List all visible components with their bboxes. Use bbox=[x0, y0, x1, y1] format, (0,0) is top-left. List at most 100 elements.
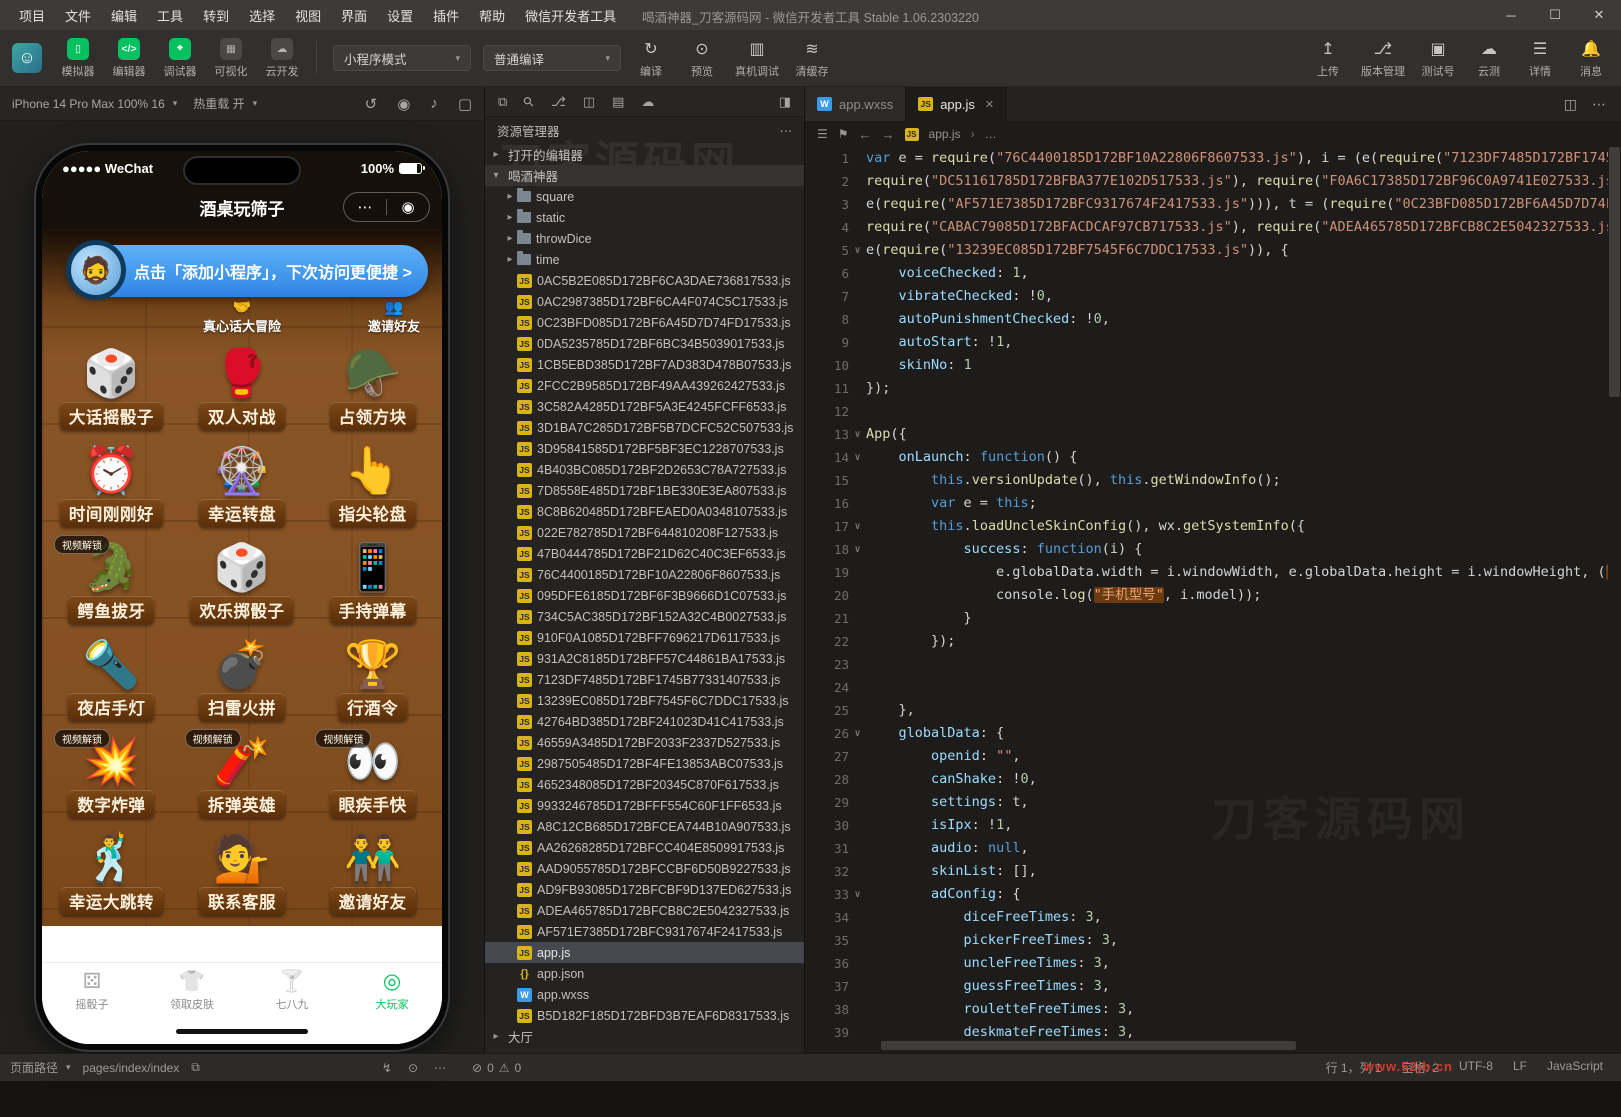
tree-section[interactable]: ▾喝酒神器 bbox=[485, 165, 804, 186]
toolbar-simulator-button[interactable]: ▯模拟器 bbox=[60, 38, 96, 79]
tree-item[interactable]: ▸square bbox=[485, 186, 804, 207]
close-icon[interactable]: ✕ bbox=[985, 98, 994, 111]
toolbar-debugger-button[interactable]: ⌖调试器 bbox=[162, 38, 198, 79]
device-selector[interactable]: iPhone 14 Pro Max 100% 16 ▾ bbox=[12, 97, 177, 111]
fold-icon[interactable]: ∨ bbox=[849, 515, 866, 538]
tree-item[interactable]: JS4B403BC085D172BF2D2653C78A727533.js bbox=[485, 459, 804, 480]
rotate-icon[interactable]: ↺ bbox=[365, 95, 378, 113]
game-item[interactable]: 🎡幸运转盘 bbox=[177, 436, 308, 533]
maximize-icon[interactable]: ☐ bbox=[1533, 0, 1577, 30]
vertical-scrollbar[interactable] bbox=[1608, 147, 1621, 1053]
menu-文件[interactable]: 文件 bbox=[56, 3, 100, 28]
scrollbar-thumb[interactable] bbox=[1609, 147, 1620, 397]
game-item[interactable]: 💁联系客服 bbox=[177, 824, 308, 921]
page-path-value[interactable]: pages/index/index bbox=[83, 1061, 180, 1075]
game-item[interactable]: 视频解锁👀眼疾手快 bbox=[307, 727, 438, 824]
tree-item[interactable]: JS9933246785D172BFFF554C60F1FF6533.js bbox=[485, 795, 804, 816]
menu-转到[interactable]: 转到 bbox=[194, 3, 238, 28]
page-path-selector[interactable]: 页面路径 ▾ bbox=[10, 1059, 71, 1076]
fold-icon[interactable]: ∨ bbox=[849, 423, 866, 446]
tree-item[interactable]: JSADEA465785D172BFCB8C2E5042327533.js bbox=[485, 900, 804, 921]
toolbar-details-button[interactable]: ☰详情 bbox=[1522, 38, 1558, 79]
game-item[interactable]: 🏆行酒令 bbox=[307, 630, 438, 727]
more-icon[interactable]: ⋯ bbox=[1592, 96, 1606, 113]
exit-icon[interactable]: ◉ bbox=[387, 198, 429, 216]
toolbar-clear-cache-button[interactable]: ≋清缓存 bbox=[794, 38, 830, 79]
tree-item[interactable]: JSAA26268285D172BFCC404E8509917533.js bbox=[485, 837, 804, 858]
menu-工具[interactable]: 工具 bbox=[148, 3, 192, 28]
copy-icon[interactable]: ⧉ bbox=[191, 1060, 200, 1075]
more-icon[interactable]: ⋯ bbox=[434, 1061, 446, 1075]
tree-item[interactable]: JSAD9FB93085D172BFCBF9D137ED627533.js bbox=[485, 879, 804, 900]
fold-icon[interactable]: ∨ bbox=[849, 538, 866, 561]
game-item[interactable]: 👬邀请好友 bbox=[307, 824, 438, 921]
game-item[interactable]: 📱手持弹幕 bbox=[307, 533, 438, 630]
toolbar-cloud-dev-button[interactable]: ☁云开发 bbox=[264, 38, 300, 79]
tree-item[interactable]: JS76C4400185D172BF10A22806F8607533.js bbox=[485, 564, 804, 585]
forward-icon[interactable]: → bbox=[882, 127, 895, 142]
encoding[interactable]: UTF-8 bbox=[1459, 1059, 1493, 1076]
record-icon[interactable]: ◉ bbox=[397, 95, 410, 113]
editor-tab-app.js[interactable]: JSapp.js✕ bbox=[906, 87, 1007, 121]
horizontal-scrollbar[interactable] bbox=[866, 1041, 1608, 1052]
mode-dropdown[interactable]: 小程序模式 ▾ bbox=[333, 45, 471, 71]
tree-item[interactable]: JS0DA5235785D172BF6BC34B5039017533.js bbox=[485, 333, 804, 354]
tree-item[interactable]: JSAAD9055785D172BFCCBF6D50B9227533.js bbox=[485, 858, 804, 879]
tree-item[interactable]: JS910F0A1085D172BFF7696217D6117533.js bbox=[485, 627, 804, 648]
breadcrumb-more[interactable]: … bbox=[985, 127, 997, 141]
fold-icon[interactable]: ∨ bbox=[849, 722, 866, 745]
cloud-icon[interactable]: ☁ bbox=[641, 94, 654, 110]
git-branch-icon[interactable]: ⎇ bbox=[551, 94, 566, 110]
game-item[interactable]: 🥊双人对战 bbox=[177, 339, 308, 436]
toggle-panel-icon[interactable]: ◨ bbox=[779, 94, 791, 110]
add-miniprogram-banner[interactable]: 🧔 点击「添加小程序」，下次访问更便捷 > bbox=[68, 245, 428, 297]
menu-项目[interactable]: 项目 bbox=[10, 3, 54, 28]
tree-section[interactable]: ▸大厅 bbox=[485, 1026, 804, 1047]
menu-微信开发者工具[interactable]: 微信开发者工具 bbox=[516, 3, 625, 28]
game-item[interactable]: 视频解锁🐊鳄鱼拔牙 bbox=[46, 533, 177, 630]
outline-icon[interactable]: ☰ bbox=[817, 127, 828, 141]
toolbar-device-debug-button[interactable]: ▥真机调试 bbox=[735, 38, 779, 79]
docs-icon[interactable]: ▤ bbox=[612, 94, 624, 110]
phone-tab-大玩家[interactable]: ◎大玩家 bbox=[342, 963, 442, 1018]
tree-item[interactable]: JS13239EC085D172BF7545F6C7DDC17533.js bbox=[485, 690, 804, 711]
tree-item[interactable]: ▸static bbox=[485, 207, 804, 228]
tree-item[interactable]: JS2987505485D172BF4FE13853ABC07533.js bbox=[485, 753, 804, 774]
more-icon[interactable]: ⋯ bbox=[780, 123, 793, 138]
close-icon[interactable]: ✕ bbox=[1577, 0, 1621, 30]
menu-视图[interactable]: 视图 bbox=[286, 3, 330, 28]
tree-item[interactable]: JSB5D182F185D172BFD3B7EAF6D8317533.js bbox=[485, 1005, 804, 1026]
user-avatar[interactable]: ☺ bbox=[12, 43, 42, 73]
tree-item[interactable]: JS3D1BA7C285D172BF5B7DCFC52C507533.js bbox=[485, 417, 804, 438]
problems-indicator[interactable]: ⊘ 0 ⚠ 0 bbox=[472, 1061, 521, 1075]
code-editor[interactable]: 1var e = require("76C4400185D172BF10A228… bbox=[805, 147, 1621, 1053]
tree-item[interactable]: JS0AC2987385D172BF6CA4F074C5C17533.js bbox=[485, 291, 804, 312]
tree-item[interactable]: ▸throwDice bbox=[485, 228, 804, 249]
toolbar-visual-button[interactable]: ▦可视化 bbox=[213, 38, 249, 79]
search-icon[interactable]: ⚲ bbox=[520, 92, 538, 110]
tree-section[interactable]: ▸打开的编辑器 bbox=[485, 144, 804, 165]
game-item[interactable]: 🎲大话摇骰子 bbox=[46, 339, 177, 436]
game-item[interactable]: 💣扫雷火拼 bbox=[177, 630, 308, 727]
toolbar-upload-button[interactable]: ↥上传 bbox=[1310, 38, 1346, 79]
fold-icon[interactable]: ∨ bbox=[849, 446, 866, 469]
menu-选择[interactable]: 选择 bbox=[240, 3, 284, 28]
tree-item[interactable]: {}app.json bbox=[485, 963, 804, 984]
toolbar-test-account-button[interactable]: ▣测试号 bbox=[1420, 38, 1456, 79]
tree-item[interactable]: JS3D95841585D172BF5BF3EC1228707533.js bbox=[485, 438, 804, 459]
home-indicator[interactable] bbox=[176, 1029, 308, 1034]
phone-tab-七八九[interactable]: 🍸七八九 bbox=[242, 963, 342, 1018]
split-view-icon[interactable]: ◫ bbox=[583, 94, 595, 110]
editor-tab-app.wxss[interactable]: Wapp.wxss bbox=[805, 87, 906, 121]
tree-item[interactable]: JS0AC5B2E085D172BF6CA3DAE736817533.js bbox=[485, 270, 804, 291]
game-item[interactable]: 视频解锁🧨拆弹英雄 bbox=[177, 727, 308, 824]
tree-item[interactable]: JS42764BD385D172BF241023D41C417533.js bbox=[485, 711, 804, 732]
more-icon[interactable]: ⋯ bbox=[344, 198, 386, 216]
tree-item[interactable]: JSA8C12CB685D172BFCEA744B10A907533.js bbox=[485, 816, 804, 837]
language-mode[interactable]: JavaScript bbox=[1547, 1059, 1603, 1076]
menu-编辑[interactable]: 编辑 bbox=[102, 3, 146, 28]
tree-item[interactable]: JS0C23BFD085D172BF6A45D7D74FD17533.js bbox=[485, 312, 804, 333]
split-editor-icon[interactable]: ◫ bbox=[1564, 96, 1577, 113]
toolbar-messages-button[interactable]: 🔔消息 bbox=[1573, 38, 1609, 79]
game-item[interactable]: 🪖占领方块 bbox=[307, 339, 438, 436]
